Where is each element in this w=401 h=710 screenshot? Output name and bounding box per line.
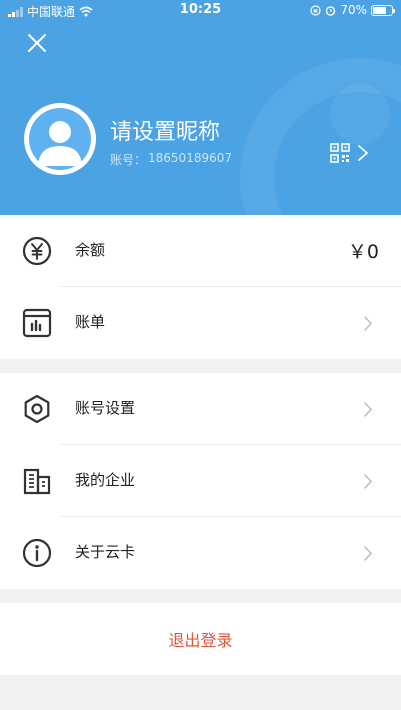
about-row[interactable]: 关于云卡 [0,517,401,589]
balance-row[interactable]: 余额 ￥0 [0,215,401,287]
wallet-section: 余额 ￥0 账单 [0,215,401,359]
logout-label: 退出登录 [168,631,233,650]
account-settings-label: 账号设置 [75,399,136,417]
info-icon [22,538,52,568]
chevron-right-icon[interactable] [357,144,369,162]
account-label: 账号： [110,153,147,167]
battery-percent: 70% [340,3,367,17]
bill-row[interactable]: 账单 [0,287,401,359]
qr-code-icon[interactable] [330,143,350,163]
profile-header: 中国联通 10:25 70% 请设置昵称 账号： 18650189607 [0,0,401,215]
chevron-right-icon [364,402,372,417]
my-company-row[interactable]: 我的企业 [0,445,401,517]
building-icon [23,468,51,495]
battery-icon [371,4,395,16]
my-company-label: 我的企业 [75,471,136,489]
bill-icon [22,308,52,338]
logout-button[interactable]: 退出登录 [0,603,401,675]
default-user-icon [38,121,82,166]
chevron-right-icon [364,316,372,331]
about-label: 关于云卡 [75,543,136,561]
orientation-lock-icon [310,4,321,16]
settings-hex-icon [24,394,50,424]
account-number: 18650189607 [148,151,232,165]
close-icon[interactable] [24,30,50,56]
account-settings-row[interactable]: 账号设置 [0,373,401,445]
status-bar: 中国联通 10:25 70% [0,0,401,20]
balance-value: ￥0 [347,241,379,263]
chevron-right-icon [364,546,372,561]
avatar[interactable] [24,103,96,175]
nickname[interactable]: 请设置昵称 [110,114,220,146]
yuan-icon [22,236,52,266]
account-info: 账号： 18650189607 [110,151,232,168]
bill-label: 账单 [75,313,106,331]
alarm-icon [326,5,336,16]
settings-section: 账号设置 我的企业 关于云卡 [0,373,401,589]
chevron-right-icon [364,474,372,489]
watermark-logo-dot [330,84,390,144]
balance-label: 余额 [75,241,106,259]
